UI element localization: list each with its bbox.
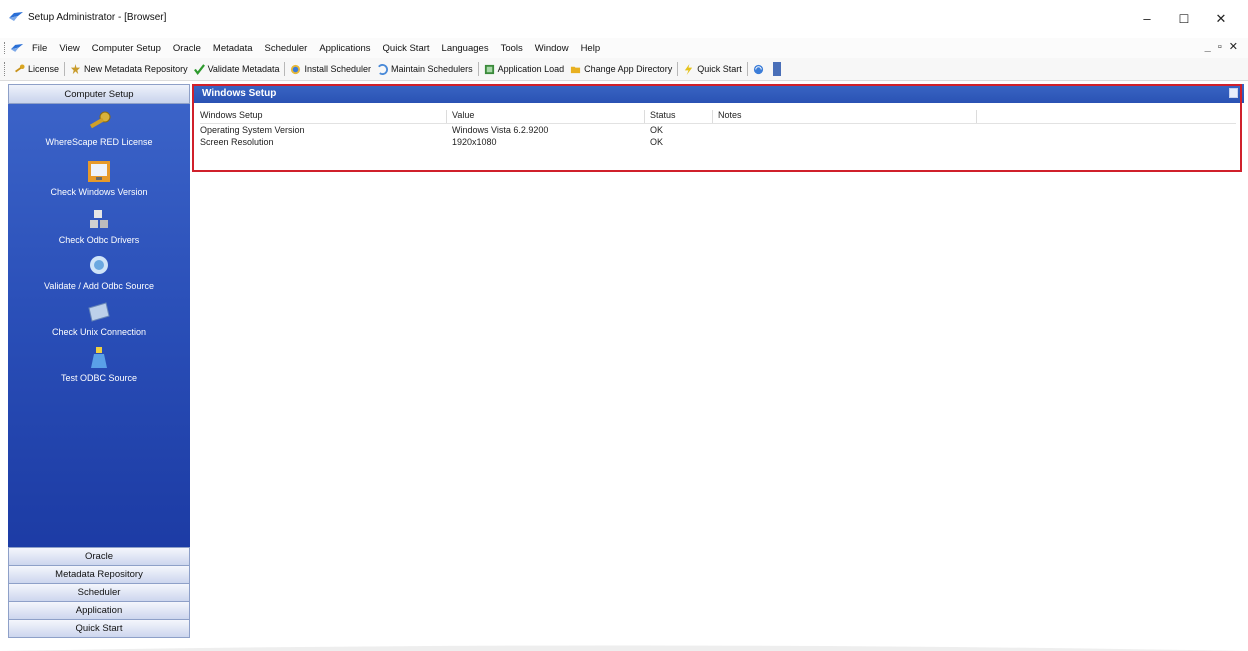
checkmark-icon xyxy=(193,63,205,75)
column-divider[interactable] xyxy=(446,110,447,123)
application-load-button[interactable]: Application Load xyxy=(481,64,568,75)
sidebar: Computer Setup WhereScape RED License Ch… xyxy=(8,84,190,649)
minimize-button[interactable]: – xyxy=(1130,6,1164,32)
table-row[interactable]: Operating System Version Windows Vista 6… xyxy=(200,125,1236,137)
sidebar-section-oracle[interactable]: Oracle xyxy=(8,547,190,566)
new-metadata-repository-button[interactable]: New Metadata Repository xyxy=(67,63,191,75)
cell-setting: Screen Resolution xyxy=(200,137,274,147)
sidebar-item-wherescape-red-license[interactable]: WhereScape RED License xyxy=(8,110,190,147)
menu-applications[interactable]: Applications xyxy=(313,43,376,54)
app-logo-icon xyxy=(9,12,23,21)
cell-value: Windows Vista 6.2.9200 xyxy=(452,125,549,135)
column-divider[interactable] xyxy=(644,110,645,123)
toolbar-overflow-button[interactable] xyxy=(772,62,781,76)
sidebar-item-check-unix-connection[interactable]: Check Unix Connection xyxy=(8,300,190,337)
sidebar-section-scheduler[interactable]: Scheduler xyxy=(8,583,190,602)
sidebar-item-validate-add-odbc-source[interactable]: Validate / Add Odbc Source xyxy=(8,254,190,291)
pin-icon[interactable] xyxy=(1229,88,1238,98)
cell-setting: Operating System Version xyxy=(200,125,305,135)
odbc-source-icon xyxy=(90,256,108,274)
main-panel: Windows Setup Windows Setup Value Status… xyxy=(192,84,1244,649)
toolbar-separator xyxy=(746,62,748,76)
install-scheduler-button[interactable]: Install Scheduler xyxy=(287,64,374,75)
folder-icon xyxy=(571,66,581,73)
title-bar: Setup Administrator - [Browser] – ☐ ✕ xyxy=(0,0,1248,38)
sidebar-item-check-odbc-drivers[interactable]: Check Odbc Drivers xyxy=(8,208,190,245)
grid-header-row: Windows Setup Value Status Notes xyxy=(200,110,1236,124)
sidebar-section-metadata-repository[interactable]: Metadata Repository xyxy=(8,565,190,584)
table-row[interactable]: Screen Resolution 1920x1080 OK xyxy=(200,137,1236,149)
toolbar: License New Metadata Repository Validate… xyxy=(0,58,1248,81)
cell-value: 1920x1080 xyxy=(452,137,497,147)
app-menu-icon[interactable] xyxy=(10,42,24,53)
cell-status: OK xyxy=(650,125,664,135)
menubar-grip xyxy=(4,42,7,54)
license-button[interactable]: License xyxy=(11,63,62,75)
sidebar-section-quick-start[interactable]: Quick Start xyxy=(8,619,190,638)
lightning-icon xyxy=(685,63,693,75)
column-header-status[interactable]: Status xyxy=(650,110,676,120)
new-repository-icon xyxy=(70,63,81,74)
menu-window[interactable]: Window xyxy=(529,43,575,54)
test-flask-icon xyxy=(91,347,107,368)
maintain-schedulers-button[interactable]: Maintain Schedulers xyxy=(374,63,476,75)
panel-title: Windows Setup xyxy=(192,84,1244,103)
toolbar-separator xyxy=(284,62,286,76)
column-divider[interactable] xyxy=(976,110,977,123)
menu-oracle[interactable]: Oracle xyxy=(167,43,207,54)
menu-help[interactable]: Help xyxy=(575,43,607,54)
toolbar-separator xyxy=(677,62,679,76)
toolbar-separator xyxy=(477,62,479,76)
column-divider[interactable] xyxy=(712,110,713,123)
window-title: Setup Administrator - [Browser] xyxy=(28,12,167,23)
mdi-window-controls[interactable]: _ ▫ ✕ xyxy=(1205,40,1240,53)
sidebar-section-application[interactable]: Application xyxy=(8,601,190,620)
help-button[interactable] xyxy=(750,64,770,75)
scheduler-icon xyxy=(291,64,301,74)
maximize-button[interactable]: ☐ xyxy=(1167,6,1201,32)
menu-file[interactable]: File xyxy=(26,43,53,54)
key-icon xyxy=(89,111,111,129)
menu-bar: File View Computer Setup Oracle Metadata… xyxy=(0,38,1248,59)
menu-tools[interactable]: Tools xyxy=(495,43,529,54)
key-icon xyxy=(15,63,25,72)
column-header-windows-setup[interactable]: Windows Setup xyxy=(200,110,263,120)
column-header-value[interactable]: Value xyxy=(452,110,474,120)
unix-connection-icon xyxy=(88,302,110,322)
sidebar-sections: Oracle Metadata Repository Scheduler App… xyxy=(8,547,190,638)
validate-metadata-button[interactable]: Validate Metadata xyxy=(191,63,283,75)
windows-setup-grid: Windows Setup Value Status Notes Operati… xyxy=(200,110,1236,149)
menu-languages[interactable]: Languages xyxy=(436,43,495,54)
odbc-drivers-icon xyxy=(90,210,108,228)
maintain-icon xyxy=(378,63,389,75)
bottom-decoration xyxy=(0,645,1248,651)
menu-metadata[interactable]: Metadata xyxy=(207,43,259,54)
menu-scheduler[interactable]: Scheduler xyxy=(259,43,314,54)
help-globe-icon xyxy=(753,64,763,74)
sidebar-item-check-windows-version[interactable]: Check Windows Version xyxy=(8,160,190,197)
sidebar-header-computer-setup[interactable]: Computer Setup xyxy=(8,84,190,104)
quick-start-button[interactable]: Quick Start xyxy=(680,63,745,75)
toolbar-grip xyxy=(4,62,7,76)
application-load-icon xyxy=(484,64,494,74)
close-button[interactable]: ✕ xyxy=(1204,6,1238,32)
cell-status: OK xyxy=(650,137,664,147)
toolbar-separator xyxy=(64,62,66,76)
column-header-notes[interactable]: Notes xyxy=(718,110,742,120)
menu-quick-start[interactable]: Quick Start xyxy=(377,43,436,54)
windows-monitor-icon xyxy=(88,161,110,182)
menu-view[interactable]: View xyxy=(53,43,85,54)
menu-computer-setup[interactable]: Computer Setup xyxy=(86,43,167,54)
change-app-directory-button[interactable]: Change App Directory xyxy=(567,64,675,75)
sidebar-item-test-odbc-source[interactable]: Test ODBC Source xyxy=(8,346,190,383)
